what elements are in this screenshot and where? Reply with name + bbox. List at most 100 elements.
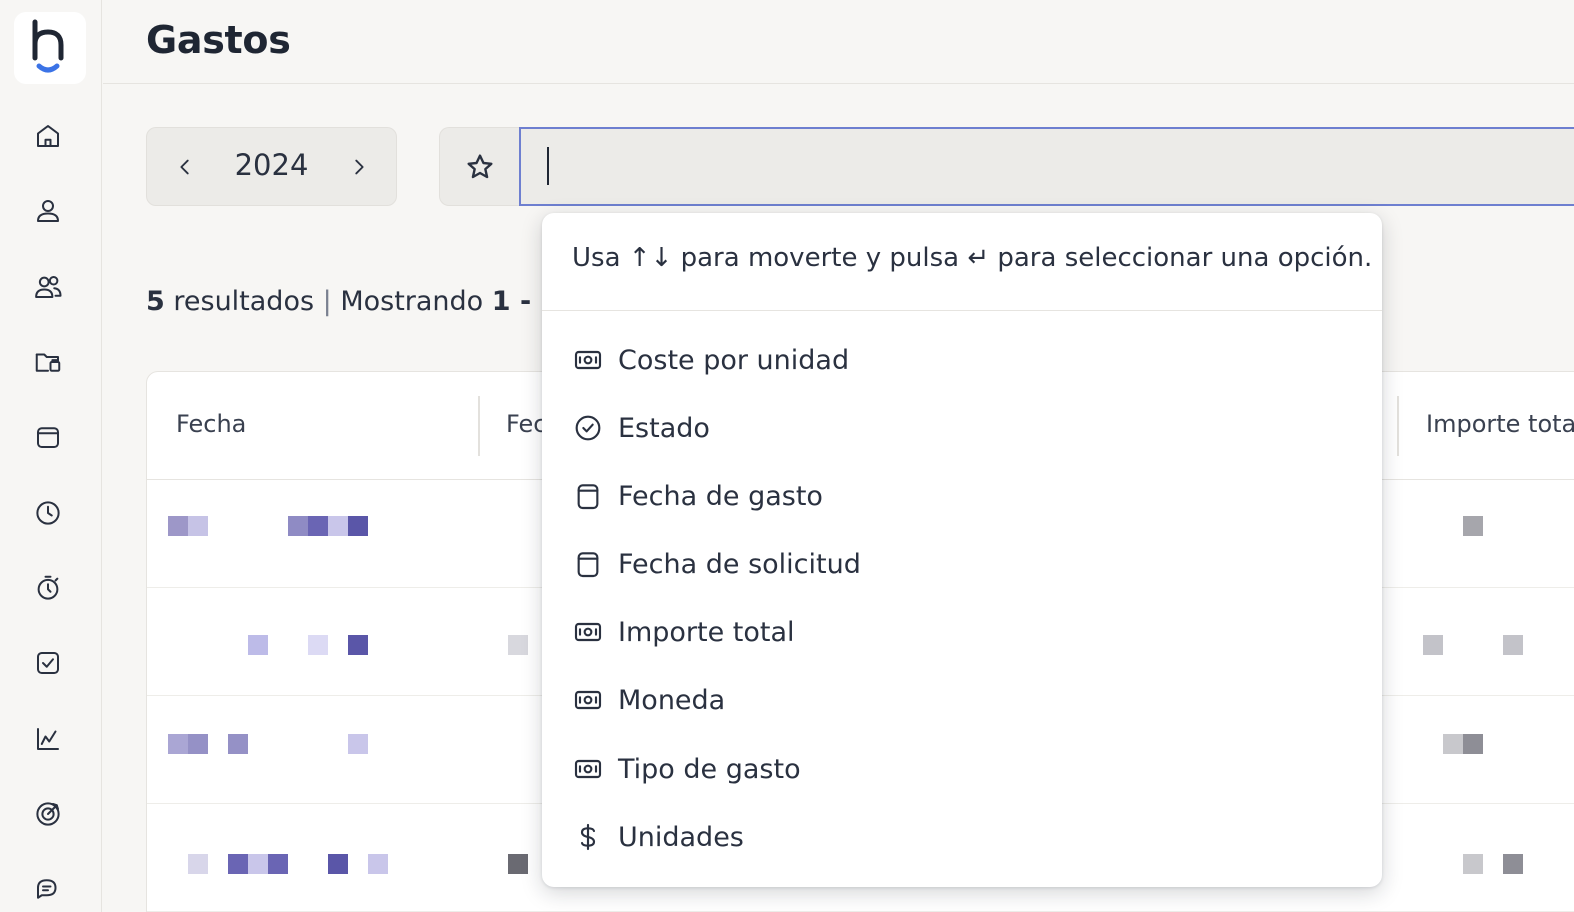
results-separator: | bbox=[322, 286, 332, 317]
redacted-cell bbox=[188, 734, 208, 754]
option-moneda[interactable]: Moneda bbox=[542, 672, 1382, 728]
redacted-cell bbox=[1443, 734, 1463, 754]
target-icon bbox=[36, 802, 60, 826]
option-label: Tipo de gasto bbox=[618, 753, 801, 785]
option-label: Unidades bbox=[618, 821, 744, 853]
sidebar-item-analytics[interactable] bbox=[30, 721, 66, 757]
filter-search-input[interactable] bbox=[519, 127, 1574, 206]
option-label: Importe total bbox=[618, 616, 795, 648]
redacted-cell bbox=[348, 516, 368, 536]
redacted-cell bbox=[1463, 854, 1483, 874]
money-icon bbox=[574, 690, 602, 710]
keyboard-hint: Usa ↑↓ para moverte y pulsa ↵ para selec… bbox=[572, 243, 1372, 273]
enter-key-icon: ↵ bbox=[967, 243, 990, 273]
option-tipo-de-gasto[interactable]: Tipo de gasto bbox=[542, 741, 1382, 797]
calendar-icon bbox=[577, 484, 599, 510]
sidebar-item-goals[interactable] bbox=[30, 796, 66, 832]
filter-dropdown: Usa ↑↓ para moverte y pulsa ↵ para selec… bbox=[542, 213, 1382, 887]
app-logo[interactable] bbox=[14, 12, 86, 84]
redacted-cell bbox=[348, 635, 368, 655]
users-icon bbox=[35, 276, 62, 298]
year-selector: 2024 bbox=[146, 127, 397, 206]
redacted-cell bbox=[188, 516, 208, 536]
dollar-icon bbox=[580, 823, 596, 851]
calendar-icon bbox=[577, 552, 599, 578]
results-label: resultados bbox=[164, 286, 323, 317]
redacted-cell bbox=[248, 635, 268, 655]
sidebar-item-time[interactable] bbox=[30, 495, 66, 531]
results-count: 5 bbox=[146, 286, 165, 317]
calendar-icon bbox=[37, 427, 59, 448]
redacted-cell bbox=[228, 734, 248, 754]
clock-icon bbox=[36, 501, 60, 525]
text-caret bbox=[547, 147, 549, 185]
hint-suffix: para seleccionar una opción. bbox=[989, 243, 1373, 273]
column-header-fecha[interactable]: Fecha bbox=[176, 410, 246, 438]
redacted-cell bbox=[308, 516, 328, 536]
redacted-cell bbox=[328, 516, 348, 536]
chat-icon bbox=[37, 879, 57, 899]
favorites-button[interactable] bbox=[439, 127, 520, 206]
redacted-cell bbox=[348, 734, 368, 754]
column-header-fecha-2[interactable]: Fec bbox=[506, 410, 546, 438]
redacted-cell bbox=[288, 516, 308, 536]
redacted-cell bbox=[328, 854, 348, 874]
sidebar-item-team[interactable] bbox=[30, 269, 66, 305]
page-title: Gastos bbox=[146, 18, 291, 62]
sidebar-item-calendar[interactable] bbox=[30, 419, 66, 455]
hint-prefix: Usa bbox=[572, 243, 629, 273]
column-divider[interactable] bbox=[478, 396, 480, 456]
option-label: Fecha de solicitud bbox=[618, 548, 861, 580]
check-circle-icon bbox=[575, 415, 601, 441]
redacted-cell bbox=[228, 854, 248, 874]
next-year-button[interactable] bbox=[342, 150, 376, 184]
hint-middle: para moverte y pulsa bbox=[672, 243, 968, 273]
redacted-cell bbox=[268, 854, 288, 874]
money-icon bbox=[574, 350, 602, 370]
page-header: Gastos bbox=[103, 0, 1574, 84]
option-label: Estado bbox=[618, 412, 710, 444]
option-unidades[interactable]: Unidades bbox=[542, 809, 1382, 865]
star-icon bbox=[467, 153, 493, 178]
arrows-icon: ↑↓ bbox=[628, 243, 673, 273]
column-divider[interactable] bbox=[1397, 396, 1399, 456]
option-coste-por-unidad[interactable]: Coste por unidad bbox=[542, 332, 1382, 388]
redacted-cell bbox=[1423, 635, 1443, 655]
option-label: Coste por unidad bbox=[618, 344, 850, 376]
chart-icon bbox=[37, 728, 59, 750]
showing-label: Mostrando bbox=[331, 286, 492, 317]
option-fecha-de-solicitud[interactable]: Fecha de solicitud bbox=[542, 536, 1382, 592]
money-icon bbox=[574, 759, 602, 779]
option-estado[interactable]: Estado bbox=[542, 400, 1382, 456]
results-summary: 5 resultados | Mostrando 1 - 5 bbox=[146, 286, 559, 317]
redacted-cell bbox=[248, 854, 268, 874]
sidebar-item-profile[interactable] bbox=[30, 193, 66, 229]
redacted-cell bbox=[508, 635, 528, 655]
option-label: Fecha de gasto bbox=[618, 480, 823, 512]
redacted-cell bbox=[188, 854, 208, 874]
option-fecha-de-gasto[interactable]: Fecha de gasto bbox=[542, 468, 1382, 524]
option-label: Moneda bbox=[618, 684, 726, 716]
chevron-right-icon bbox=[355, 159, 364, 175]
sidebar-item-home[interactable] bbox=[30, 118, 66, 154]
redacted-cell bbox=[1503, 635, 1523, 655]
sidebar-item-documents[interactable] bbox=[30, 344, 66, 380]
redacted-cell bbox=[308, 635, 328, 655]
sidebar-item-tasks[interactable] bbox=[30, 645, 66, 681]
checkbox-icon bbox=[37, 652, 59, 674]
user-icon bbox=[37, 200, 59, 222]
redacted-cell bbox=[368, 854, 388, 874]
stopwatch-icon bbox=[37, 575, 59, 600]
redacted-cell bbox=[1503, 854, 1523, 874]
option-importe-total[interactable]: Importe total bbox=[542, 604, 1382, 660]
redacted-cell bbox=[168, 734, 188, 754]
sidebar-item-messages[interactable] bbox=[30, 871, 66, 907]
divider bbox=[542, 310, 1382, 311]
sidebar-item-timer[interactable] bbox=[30, 570, 66, 606]
redacted-cell bbox=[1463, 516, 1483, 536]
sidebar bbox=[0, 0, 102, 912]
logo-icon bbox=[32, 19, 64, 73]
home-icon bbox=[37, 125, 59, 147]
redacted-cell bbox=[1463, 734, 1483, 754]
column-header-importe-total[interactable]: Importe tota bbox=[1426, 410, 1574, 438]
